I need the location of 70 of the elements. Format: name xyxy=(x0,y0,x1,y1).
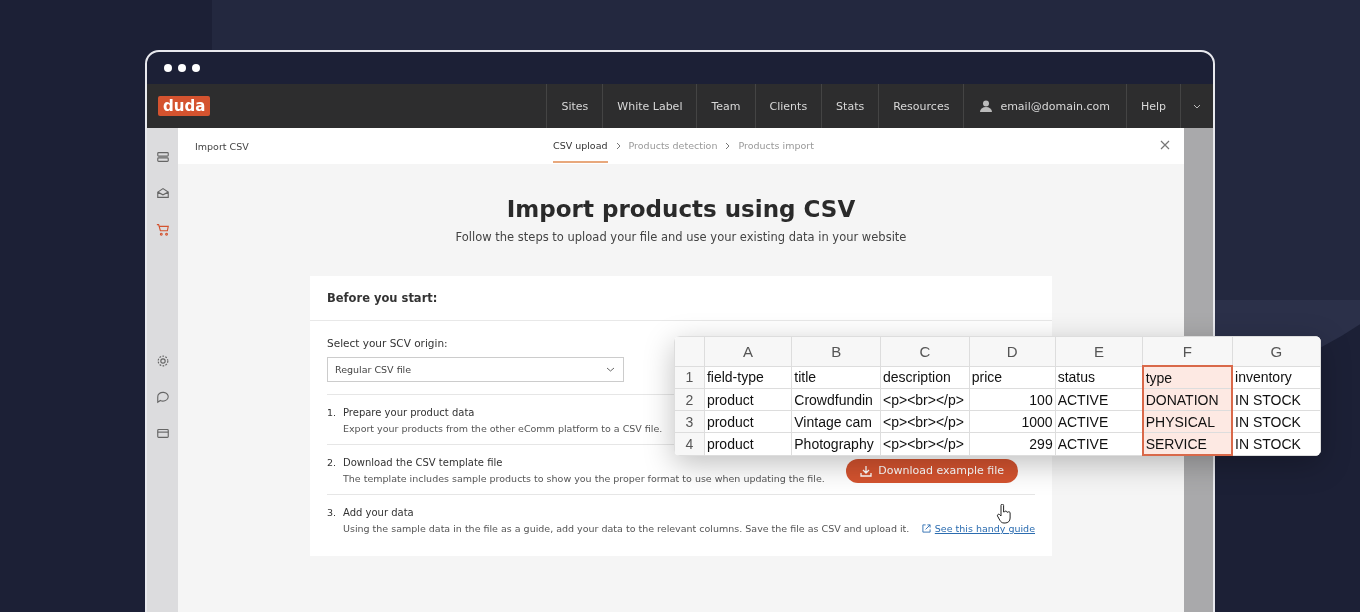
column-header: C xyxy=(880,336,970,366)
table-cell: IN STOCK xyxy=(1232,410,1321,433)
step-description: Using the sample data in the file as a guide, add your data to the relevant columns. Save the file as CSV and upload it. xyxy=(343,523,911,534)
table-cell: IN STOCK xyxy=(1232,432,1321,455)
origin-select[interactable]: Regular CSV file xyxy=(327,357,624,382)
step-number: 3. xyxy=(327,507,338,518)
modal-title: Import CSV xyxy=(195,140,250,152)
table-cell: price xyxy=(969,366,1056,389)
table-cell: product xyxy=(704,410,792,433)
step-number: 2. xyxy=(327,457,338,468)
row-number: 1 xyxy=(674,366,705,389)
step-number: 1. xyxy=(327,407,338,418)
card-title: Before you start: xyxy=(327,291,438,305)
table-cell: Photography xyxy=(791,432,881,455)
column-header: F xyxy=(1142,336,1232,366)
step-title: Prepare your product data xyxy=(343,407,476,418)
table-cell: product xyxy=(704,388,792,411)
window-dots-icon xyxy=(163,63,201,73)
corner-cell xyxy=(674,336,705,366)
user-icon xyxy=(980,100,993,112)
table-cell: 1000 xyxy=(969,410,1056,433)
table-cell: description xyxy=(880,366,970,389)
step-title: Add your data xyxy=(343,507,415,518)
table-cell: Crowdfundin xyxy=(791,388,881,411)
row-number: 3 xyxy=(674,410,705,433)
guide-link[interactable]: See this handy guide xyxy=(934,523,1035,534)
cart-icon[interactable] xyxy=(155,222,170,236)
column-header: G xyxy=(1232,336,1321,366)
select-label: Select your SCV origin: xyxy=(327,337,449,349)
layers-icon[interactable] xyxy=(155,150,170,164)
close-icon[interactable] xyxy=(1160,140,1170,150)
table-cell: inventory xyxy=(1232,366,1321,389)
step-title: Download the CSV template file xyxy=(343,457,504,468)
table-cell: <p><br></p> xyxy=(880,410,970,433)
chevron-down-icon xyxy=(1193,103,1201,109)
table-cell: field-type xyxy=(704,366,792,389)
download-icon xyxy=(860,464,873,477)
table-cell: product xyxy=(704,432,792,455)
table-cell: <p><br></p> xyxy=(880,388,970,411)
download-button[interactable]: Download example file xyxy=(846,458,1018,483)
table-cell: title xyxy=(791,366,881,389)
step-tab[interactable]: CSV upload xyxy=(553,129,608,163)
table-cell: 100 xyxy=(969,388,1056,411)
table-cell: SERVICE xyxy=(1142,432,1232,455)
table-cell: <p><br></p> xyxy=(880,432,970,455)
table-cell: PHYSICAL xyxy=(1142,410,1232,433)
column-header: A xyxy=(704,336,792,366)
logo[interactable]: duda xyxy=(158,96,211,116)
hand-cursor-icon xyxy=(996,504,1012,524)
table-cell: type xyxy=(1142,366,1232,389)
row-number: 4 xyxy=(674,432,705,455)
column-header: E xyxy=(1055,336,1143,366)
column-header: D xyxy=(969,336,1056,366)
table-cell: IN STOCK xyxy=(1232,388,1321,411)
external-link-icon xyxy=(921,524,931,533)
page-heading: Import products using CSV xyxy=(506,196,856,222)
inbox-icon[interactable] xyxy=(155,186,170,200)
step-description: The template includes sample products to show you the proper format to use when updating the file. xyxy=(343,473,826,484)
column-header: B xyxy=(791,336,881,366)
table-cell: DONATION xyxy=(1142,388,1232,411)
table-cell: 299 xyxy=(969,432,1056,455)
chevron-right-icon xyxy=(725,142,731,150)
chevron-right-icon xyxy=(615,142,621,150)
table-cell: Vintage cam xyxy=(791,410,881,433)
chevron-down-icon xyxy=(606,367,615,372)
gear-icon[interactable] xyxy=(155,354,170,368)
page-subtitle: Follow the steps to upload your file and use your existing data in your website xyxy=(455,230,907,244)
row-number: 2 xyxy=(674,388,705,411)
card-icon[interactable] xyxy=(155,426,170,440)
chat-icon[interactable] xyxy=(155,390,170,404)
